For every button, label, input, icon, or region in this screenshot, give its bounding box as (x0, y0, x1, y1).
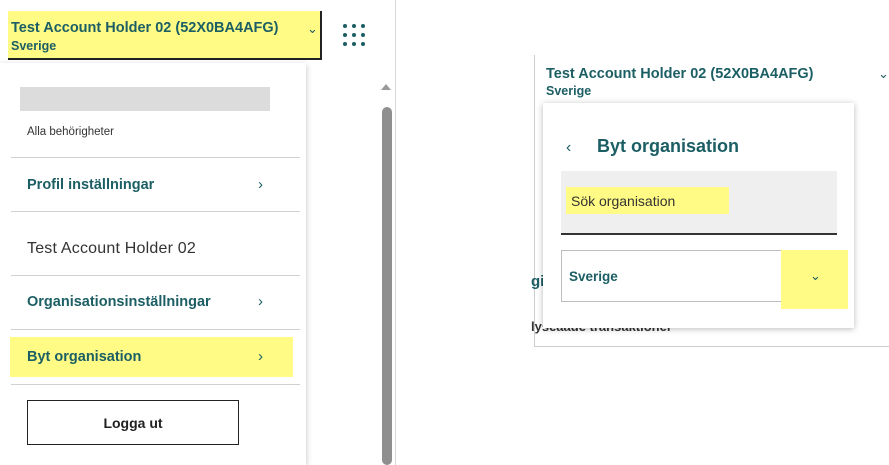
scroll-up-arrow-icon[interactable] (381, 84, 391, 90)
chevron-right-icon: › (258, 176, 263, 193)
chevron-down-icon[interactable]: ⌄ (810, 268, 821, 284)
organisation-settings-link[interactable]: Organisationsinställningar (27, 294, 211, 310)
menu-divider (11, 211, 300, 212)
account-name[interactable]: Test Account Holder 02 (52X0BA4AFG) (546, 66, 814, 82)
menu-divider (11, 329, 300, 330)
country-select-value[interactable]: Sverige (569, 269, 618, 284)
account-name: Test Account Holder 02 (52X0BA4AFG) (11, 20, 279, 36)
chevron-down-icon[interactable]: ⌄ (307, 21, 318, 37)
user-name-placeholder-bar (20, 87, 270, 111)
switch-organisation-link[interactable]: Byt organisation (27, 349, 141, 365)
permissions-label: Alla behörigheter (27, 126, 114, 138)
chevron-down-icon[interactable]: ⌄ (878, 66, 889, 82)
menu-divider (11, 275, 300, 276)
logout-button[interactable]: Logga ut (27, 400, 239, 445)
chevron-right-icon: › (258, 348, 263, 365)
account-country: Sverige (546, 84, 592, 98)
account-country: Sverige (11, 39, 57, 53)
profile-settings-link[interactable]: Profil inställningar (27, 177, 154, 193)
popup-title: Byt organisation (597, 136, 740, 156)
menu-divider (11, 157, 300, 158)
organisation-holder-name: Test Account Holder 02 (27, 240, 196, 257)
menu-divider (11, 384, 300, 385)
chevron-right-icon: › (258, 293, 263, 310)
apps-grid-icon[interactable] (341, 22, 367, 48)
search-input-placeholder[interactable]: Sök organisation (571, 193, 675, 209)
panel-divider (395, 0, 396, 465)
search-underline (561, 233, 837, 235)
scrollbar-thumb[interactable] (382, 107, 392, 465)
back-chevron-icon[interactable]: ‹ (566, 139, 571, 157)
